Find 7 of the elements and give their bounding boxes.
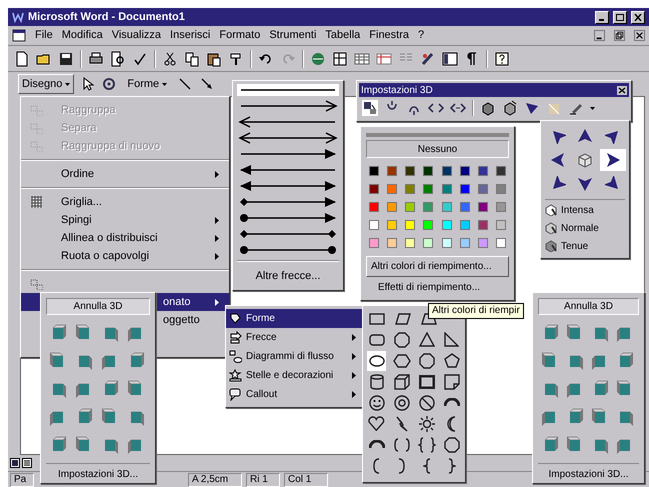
status-bar-field: A 2,5cm (188, 472, 242, 486)
status-bar-field: Ri 1 (246, 472, 280, 486)
status-bar-field: Col 1 (284, 472, 328, 486)
toolbar-title: Impostazioni 3D (361, 84, 434, 98)
window-title: Microsoft Word - Documento1 (28, 10, 186, 25)
status-bar-field: Pa (10, 472, 34, 486)
tooltip: Altri colori di riempir (428, 303, 524, 319)
